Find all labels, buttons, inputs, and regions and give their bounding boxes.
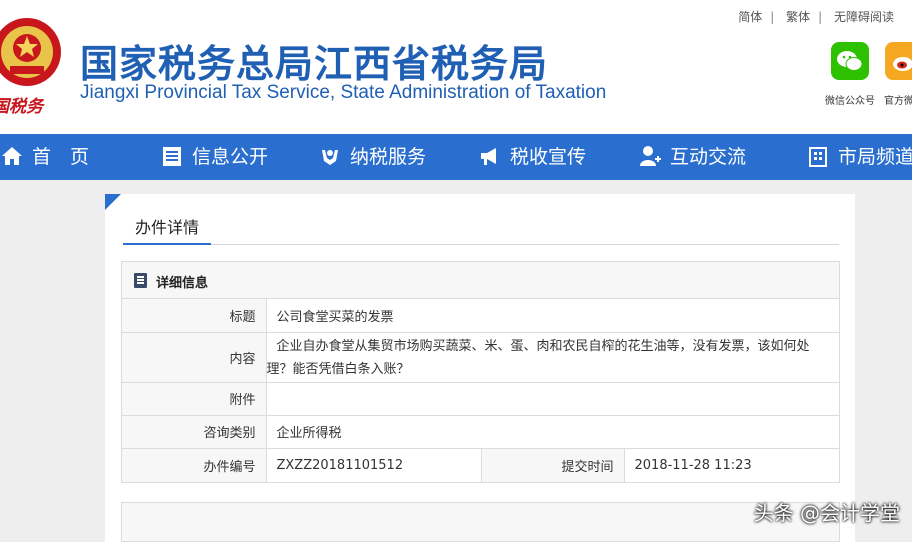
nav-tax-promo-label: 税收宣传 <box>510 146 587 168</box>
table-row: 咨询类别 企业所得税 <box>122 414 839 448</box>
site-header: 国税务 国家税务总局江西省税务局 Jiangxi Provincial Tax … <box>0 0 912 134</box>
detail-header: 详细信息 <box>122 262 839 299</box>
nav-city-channel[interactable]: 市局频道 <box>806 134 912 180</box>
title-value: 公司食堂买菜的发票 <box>276 309 394 325</box>
accessibility-link[interactable]: 无障碍阅读 <box>834 10 894 24</box>
detail-box: 详细信息 标题 公司食堂买菜的发票 内容 企业自办食堂从集贸市场购买蔬菜、米、蛋… <box>121 261 840 483</box>
time-label: 提交时间 <box>481 447 625 482</box>
nav-city-channel-label: 市局频道 <box>838 146 912 168</box>
nav-interaction-label: 互动交流 <box>670 146 747 168</box>
section-title: 办件详情 <box>123 213 839 245</box>
weibo-link[interactable]: 官方微博 <box>874 42 912 107</box>
time-value: 2018-11-28 11:23 <box>624 447 839 482</box>
document-icon <box>134 273 147 288</box>
traditional-link[interactable]: 繁体 <box>786 10 810 24</box>
table-row: 办件编号 ZXZZ20181101512 提交时间 2018-11-28 11:… <box>122 447 839 482</box>
top-links: 简体 | 繁体 | 无障碍阅读 <box>738 10 894 24</box>
category-label: 咨询类别 <box>122 414 267 448</box>
content-label: 内容 <box>122 331 267 382</box>
svg-text:国税务: 国税务 <box>0 97 46 116</box>
wechat-link[interactable]: 微信公众号 <box>820 42 880 107</box>
user-icon <box>640 145 661 166</box>
table-row: 内容 企业自办食堂从集贸市场购买蔬菜、米、蛋、肉和农民自榨的花生油等，没有发票，… <box>122 331 839 382</box>
content-panel: 办件详情 详细信息 标题 公司食堂买菜的发票 内容 企业自办食堂从集贸市场购买蔬… <box>105 194 855 542</box>
watermark: 头条 @会计学堂 <box>753 501 900 525</box>
weibo-icon <box>885 42 912 80</box>
nav-tax-service-label: 纳税服务 <box>350 146 427 168</box>
wechat-label: 微信公众号 <box>825 96 875 107</box>
table-row: 标题 公司食堂买菜的发票 <box>122 299 839 332</box>
weibo-label: 官方微博 <box>884 96 912 107</box>
nav-info-public-label: 信息公开 <box>192 146 269 168</box>
nav-tax-promo[interactable]: 税收宣传 <box>478 134 586 180</box>
building-icon <box>809 146 827 167</box>
national-emblem-logo: 国税务 <box>0 18 61 116</box>
simplified-link[interactable]: 简体 <box>738 10 762 24</box>
hands-icon <box>322 149 338 165</box>
section-title-text: 办件详情 <box>123 213 212 245</box>
title-label: 标题 <box>122 299 267 332</box>
number-value: ZXZZ20181101512 <box>266 447 482 482</box>
nav-info-public[interactable]: 信息公开 <box>160 134 268 180</box>
nav-home-label: 首 页 <box>32 146 90 168</box>
site-title-cn: 国家税务总局江西省税务局 <box>80 42 549 86</box>
home-icon <box>2 146 22 165</box>
panel-corner-decoration <box>105 194 121 210</box>
megaphone-icon <box>481 147 496 165</box>
list-icon <box>163 146 181 166</box>
attachment-value <box>266 381 839 415</box>
content-value: 企业自办食堂从集贸市场购买蔬菜、米、蛋、肉和农民自榨的花生油等，没有发票，该如何… <box>266 339 810 377</box>
detail-table: 标题 公司食堂买菜的发票 内容 企业自办食堂从集贸市场购买蔬菜、米、蛋、肉和农民… <box>122 299 839 482</box>
nav-home[interactable]: 首 页 <box>0 134 89 180</box>
site-title-en: Jiangxi Provincial Tax Service, State Ad… <box>80 82 607 103</box>
reply-box <box>121 502 840 542</box>
main-nav: 首 页 信息公开 纳税服务 税收宣传 互动交流 市局频道 <box>0 134 912 180</box>
attachment-label: 附件 <box>122 381 267 415</box>
nav-tax-service[interactable]: 纳税服务 <box>318 134 426 180</box>
nav-interaction[interactable]: 互动交流 <box>638 134 746 180</box>
category-value: 企业所得税 <box>266 414 839 448</box>
table-row: 附件 <box>122 381 839 415</box>
number-label: 办件编号 <box>122 447 267 482</box>
wechat-icon <box>831 42 869 80</box>
detail-header-text: 详细信息 <box>156 276 209 291</box>
